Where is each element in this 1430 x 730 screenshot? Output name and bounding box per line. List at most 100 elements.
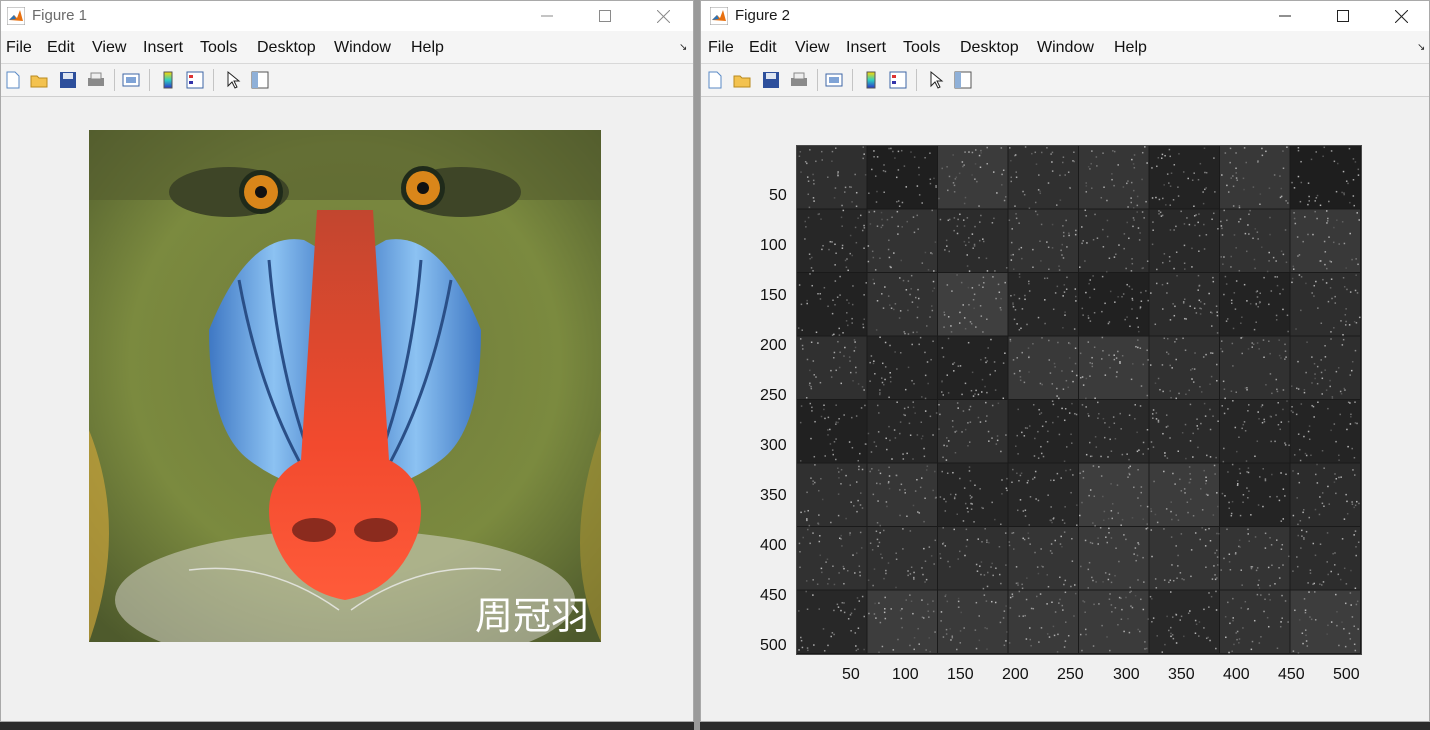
noise-speck bbox=[1064, 640, 1067, 642]
noise-speck bbox=[984, 420, 987, 422]
noise-speck bbox=[942, 636, 945, 638]
noise-speck bbox=[942, 527, 944, 529]
noise-speck bbox=[1161, 283, 1164, 286]
minimize-button[interactable] bbox=[518, 1, 576, 31]
noise-speck bbox=[1286, 400, 1288, 402]
noise-speck bbox=[1129, 465, 1131, 468]
noise-speck bbox=[1118, 244, 1120, 246]
noise-speck bbox=[1100, 455, 1102, 458]
noise-speck bbox=[1176, 577, 1178, 579]
noise-speck bbox=[1244, 232, 1247, 235]
maximize-button[interactable] bbox=[1314, 1, 1372, 31]
menu-insert[interactable]: Insert bbox=[846, 39, 886, 57]
maximize-button[interactable] bbox=[576, 1, 634, 31]
print-icon[interactable] bbox=[789, 70, 809, 90]
menu-help[interactable]: Help bbox=[411, 39, 444, 57]
menu-window[interactable]: Window bbox=[1037, 39, 1094, 57]
noise-speck bbox=[1282, 308, 1284, 311]
print-preview-icon[interactable] bbox=[824, 70, 844, 90]
menu-window[interactable]: Window bbox=[334, 39, 391, 57]
noise-speck bbox=[1346, 512, 1349, 515]
noise-speck bbox=[1292, 411, 1294, 414]
noise-speck bbox=[1193, 307, 1196, 310]
open-icon[interactable] bbox=[29, 70, 49, 90]
noise-speck bbox=[1113, 184, 1115, 187]
noise-speck bbox=[1010, 180, 1013, 183]
dock-icon[interactable]: ↘ bbox=[1417, 42, 1425, 53]
menu-desktop[interactable]: Desktop bbox=[960, 39, 1019, 57]
close-button[interactable] bbox=[634, 1, 692, 31]
noise-speck bbox=[1264, 479, 1267, 482]
noise-speck bbox=[883, 164, 885, 166]
colorbar-icon[interactable] bbox=[861, 70, 881, 90]
pointer-icon[interactable] bbox=[926, 70, 946, 90]
noise-speck bbox=[1340, 393, 1343, 395]
noise-speck bbox=[1247, 467, 1250, 469]
close-button[interactable] bbox=[1372, 1, 1429, 31]
noise-speck bbox=[862, 326, 865, 329]
menu-desktop[interactable]: Desktop bbox=[257, 39, 316, 57]
noise-speck bbox=[1200, 307, 1202, 310]
property-inspector-icon[interactable] bbox=[953, 70, 973, 90]
noise-speck bbox=[1199, 385, 1201, 388]
noise-speck bbox=[1104, 374, 1107, 376]
legend-icon[interactable] bbox=[888, 70, 908, 90]
menu-edit[interactable]: Edit bbox=[47, 39, 75, 57]
noise-speck bbox=[1304, 452, 1307, 455]
noise-speck bbox=[883, 191, 885, 194]
noise-speck bbox=[1187, 511, 1189, 514]
noise-speck bbox=[813, 644, 815, 646]
noise-speck bbox=[1209, 408, 1211, 411]
noise-speck bbox=[1036, 595, 1038, 598]
noise-speck bbox=[1308, 195, 1310, 198]
noise-speck bbox=[1090, 455, 1093, 458]
menu-tools[interactable]: Tools bbox=[903, 39, 940, 57]
noise-speck bbox=[916, 478, 918, 481]
property-inspector-icon[interactable] bbox=[250, 70, 270, 90]
noise-speck bbox=[1114, 607, 1117, 609]
dock-icon[interactable]: ↘ bbox=[679, 42, 687, 53]
menu-view[interactable]: View bbox=[92, 39, 126, 57]
noise-speck bbox=[1003, 644, 1006, 647]
new-figure-icon[interactable] bbox=[3, 70, 23, 90]
minimize-button[interactable] bbox=[1256, 1, 1314, 31]
noise-speck bbox=[1081, 307, 1084, 310]
save-icon[interactable] bbox=[761, 70, 781, 90]
menu-file[interactable]: File bbox=[6, 39, 32, 57]
noise-speck bbox=[830, 521, 832, 524]
image-block bbox=[938, 209, 1008, 272]
noise-speck bbox=[1005, 564, 1007, 566]
colorbar-icon[interactable] bbox=[158, 70, 178, 90]
menu-insert[interactable]: Insert bbox=[143, 39, 183, 57]
menu-file[interactable]: File bbox=[708, 39, 734, 57]
noise-speck bbox=[1184, 492, 1186, 494]
noise-speck bbox=[947, 337, 950, 340]
menu-view[interactable]: View bbox=[795, 39, 829, 57]
noise-speck bbox=[1022, 510, 1025, 512]
noise-speck bbox=[1059, 199, 1062, 201]
noise-speck bbox=[1022, 190, 1024, 193]
legend-icon[interactable] bbox=[185, 70, 205, 90]
noise-speck bbox=[947, 316, 950, 318]
toolbar-separator bbox=[852, 69, 853, 91]
y-tick-label: 100 bbox=[760, 237, 787, 254]
noise-speck bbox=[1246, 250, 1248, 253]
save-icon[interactable] bbox=[58, 70, 78, 90]
new-figure-icon[interactable] bbox=[705, 70, 725, 90]
noise-speck bbox=[1239, 472, 1242, 475]
noise-speck bbox=[909, 434, 912, 436]
noise-speck bbox=[962, 304, 964, 306]
noise-speck bbox=[1170, 510, 1172, 513]
noise-speck bbox=[983, 282, 985, 284]
window-title: Figure 1 bbox=[32, 7, 88, 24]
menu-help[interactable]: Help bbox=[1114, 39, 1147, 57]
print-preview-icon[interactable] bbox=[121, 70, 141, 90]
menu-edit[interactable]: Edit bbox=[749, 39, 777, 57]
noise-speck bbox=[810, 387, 813, 390]
pointer-icon[interactable] bbox=[223, 70, 243, 90]
noise-speck bbox=[931, 252, 933, 255]
menu-tools[interactable]: Tools bbox=[200, 39, 237, 57]
noise-speck bbox=[1125, 267, 1127, 270]
open-icon[interactable] bbox=[732, 70, 752, 90]
print-icon[interactable] bbox=[86, 70, 106, 90]
